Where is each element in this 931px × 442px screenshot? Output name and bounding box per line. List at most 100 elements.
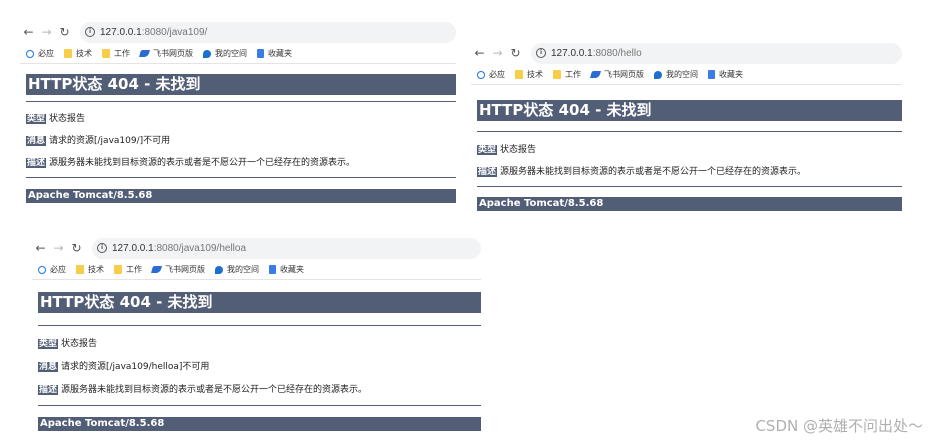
url-path: :8080/java109/ [141, 26, 208, 38]
back-arrow-icon[interactable]: ← [32, 240, 49, 257]
type-row: 类型 状态报告 [477, 142, 902, 155]
description-value: 源服务器未能找到目标资源的表示或者是不愿公开一个已经存在的资源表示。 [61, 385, 368, 395]
url-path: :8080/java109/helloa [153, 242, 247, 254]
forward-arrow-icon[interactable]: → [489, 45, 506, 62]
type-label: 类型 [26, 114, 47, 124]
bookmark-favorites[interactable]: 收藏夹 [269, 264, 304, 275]
description-row: 描述 源服务器未能找到目标资源的表示或者是不愿公开一个已经存在的资源表示。 [477, 164, 902, 177]
url-host: 127.0.0.1 [100, 26, 142, 38]
back-arrow-icon[interactable]: ← [471, 45, 488, 62]
site-info-icon[interactable]: i [85, 27, 95, 37]
divider [26, 101, 456, 102]
description-row: 描述 源服务器未能找到目标资源的表示或者是不愿公开一个已经存在的资源表示。 [38, 382, 481, 395]
bookmark-feishu[interactable]: 飞书网页版 [151, 264, 205, 275]
message-row: 消息 请求的资源[/java109/]不可用 [26, 133, 456, 146]
back-arrow-icon[interactable]: ← [20, 24, 37, 41]
bookmark-bing[interactable]: 必应 [477, 69, 505, 80]
folder-icon [64, 49, 72, 58]
site-info-icon[interactable]: i [97, 243, 107, 253]
bookmark-favorites[interactable]: 收藏夹 [708, 69, 743, 80]
feishu-icon [139, 50, 150, 57]
folder-icon [553, 70, 561, 79]
feishu-icon [151, 266, 162, 273]
type-label: 类型 [38, 339, 59, 349]
bookmark-myspace[interactable]: 我的空间 [654, 69, 698, 80]
type-row: 类型 状态报告 [26, 111, 456, 124]
search-icon [38, 265, 46, 274]
browser-window-helloa: ← → ↻ i 127.0.0.1:8080/java109/helloa 必应… [32, 236, 481, 431]
bookmark-tech[interactable]: 技术 [76, 264, 104, 275]
type-value: 状态报告 [49, 114, 86, 124]
reload-icon[interactable]: ↻ [68, 240, 85, 257]
space-icon [654, 70, 662, 79]
bookmark-icon [257, 49, 264, 58]
server-footer: Apache Tomcat/8.5.68 [38, 417, 481, 431]
address-bar[interactable]: i 127.0.0.1:8080/java109/ [80, 21, 456, 43]
folder-icon [515, 70, 523, 79]
description-label: 描述 [477, 167, 498, 177]
bookmark-tech[interactable]: 技术 [515, 69, 543, 80]
feishu-icon [590, 71, 601, 78]
browser-toolbar: ← → ↻ i 127.0.0.1:8080/hello [471, 41, 902, 65]
address-bar[interactable]: i 127.0.0.1:8080/hello [531, 42, 902, 64]
divider [477, 186, 902, 187]
bookmark-myspace[interactable]: 我的空间 [215, 264, 259, 275]
type-label: 类型 [477, 145, 498, 155]
description-label: 描述 [38, 385, 59, 395]
bookmark-work[interactable]: 工作 [114, 264, 142, 275]
divider [38, 325, 481, 326]
page-title: HTTP状态 404 - 未找到 [26, 74, 456, 95]
error-page: HTTP状态 404 - 未找到 类型 状态报告 消息 请求的资源[/java109… [32, 292, 481, 431]
url-host: 127.0.0.1 [112, 242, 154, 254]
server-footer: Apache Tomcat/8.5.68 [26, 189, 456, 203]
site-info-icon[interactable]: i [536, 48, 546, 58]
message-label: 消息 [26, 136, 47, 146]
description-value: 源服务器未能找到目标资源的表示或者是不愿公开一个已经存在的资源表示。 [500, 167, 807, 177]
type-value: 状态报告 [61, 339, 98, 349]
bookmark-favorites[interactable]: 收藏夹 [257, 48, 292, 59]
folder-icon [102, 49, 110, 58]
forward-arrow-icon[interactable]: → [50, 240, 67, 257]
message-value: 请求的资源[/java109/]不可用 [49, 136, 171, 146]
space-icon [203, 49, 211, 58]
search-icon [26, 49, 34, 58]
divider [38, 405, 481, 406]
folder-icon [76, 265, 84, 274]
divider [477, 131, 902, 132]
bookmark-bing[interactable]: 必应 [38, 264, 66, 275]
url-host: 127.0.0.1 [551, 47, 593, 59]
browser-window-java109: ← → ↻ i 127.0.0.1:8080/java109/ 必应 技术 工作… [20, 20, 456, 220]
bookmark-icon [269, 265, 276, 274]
url-path: :8080/hello [592, 47, 642, 59]
bookmark-bing[interactable]: 必应 [26, 48, 54, 59]
bookmark-feishu[interactable]: 飞书网页版 [139, 48, 193, 59]
message-label: 消息 [38, 362, 59, 372]
bookmark-myspace[interactable]: 我的空间 [203, 48, 247, 59]
message-row: 消息 请求的资源[/java109/helloa]不可用 [38, 359, 481, 372]
forward-arrow-icon[interactable]: → [38, 24, 55, 41]
divider [26, 177, 456, 178]
space-icon [215, 265, 223, 274]
description-row: 描述 源服务器未能找到目标资源的表示或者是不愿公开一个已经存在的资源表示。 [26, 155, 456, 168]
bookmark-icon [708, 70, 715, 79]
type-value: 状态报告 [500, 145, 537, 155]
bookmarks-bar: 必应 技术 工作 飞书网页版 我的空间 收藏夹 [471, 65, 902, 85]
bookmark-feishu[interactable]: 飞书网页版 [590, 69, 644, 80]
reload-icon[interactable]: ↻ [507, 45, 524, 62]
bookmark-work[interactable]: 工作 [553, 69, 581, 80]
bookmark-work[interactable]: 工作 [102, 48, 130, 59]
page-title: HTTP状态 404 - 未找到 [477, 100, 902, 121]
search-icon [477, 70, 485, 79]
type-row: 类型 状态报告 [38, 336, 481, 349]
description-value: 源服务器未能找到目标资源的表示或者是不愿公开一个已经存在的资源表示。 [49, 158, 356, 168]
bookmarks-bar: 必应 技术 工作 飞书网页版 我的空间 收藏夹 [32, 260, 481, 280]
bookmark-tech[interactable]: 技术 [64, 48, 92, 59]
browser-toolbar: ← → ↻ i 127.0.0.1:8080/java109/helloa [32, 236, 481, 260]
browser-toolbar: ← → ↻ i 127.0.0.1:8080/java109/ [20, 20, 456, 44]
address-bar[interactable]: i 127.0.0.1:8080/java109/helloa [92, 237, 481, 259]
csdn-watermark: CSDN @英雄不问出处～ [755, 417, 923, 435]
error-page: HTTP状态 404 - 未找到 类型 状态报告 消息 请求的资源[/java109… [20, 74, 456, 203]
browser-window-hello: ← → ↻ i 127.0.0.1:8080/hello 必应 技术 工作 飞书… [471, 41, 902, 226]
bookmarks-bar: 必应 技术 工作 飞书网页版 我的空间 收藏夹 [20, 44, 456, 64]
reload-icon[interactable]: ↻ [56, 24, 73, 41]
